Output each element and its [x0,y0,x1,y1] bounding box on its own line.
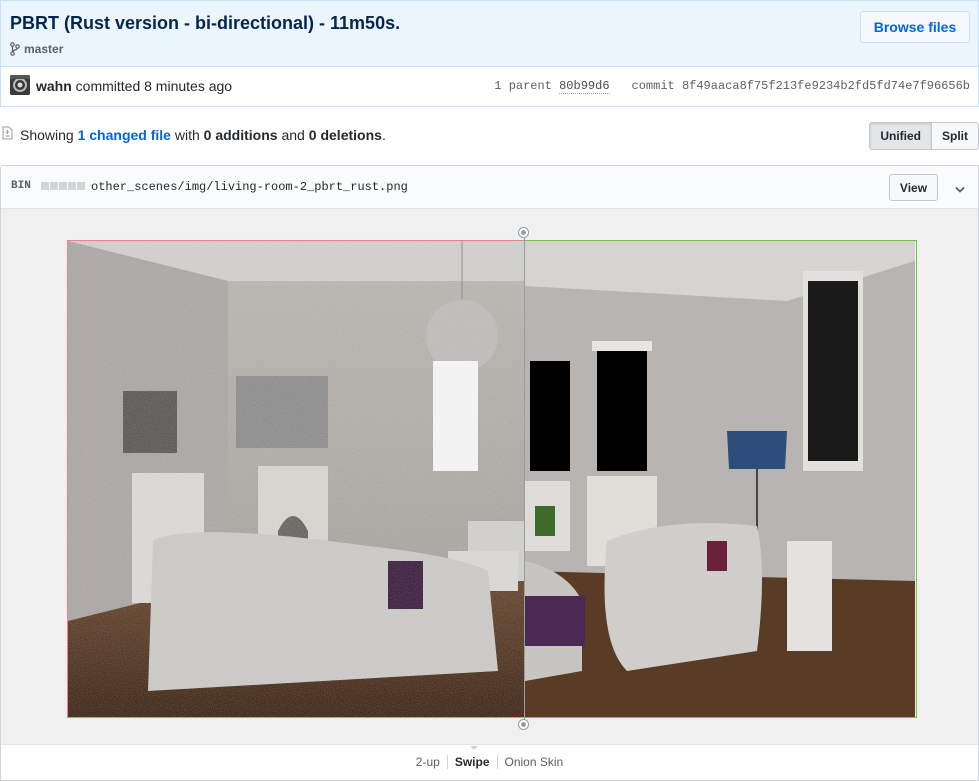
file-diff-icon[interactable] [2,126,13,143]
commit-time: committed 8 minutes ago [75,78,233,94]
swipe-handle-bottom[interactable] [519,720,528,729]
split-button[interactable]: Split [932,122,979,150]
avatar[interactable] [10,75,30,95]
author-name[interactable]: wahn [36,78,72,94]
new-image [525,240,917,718]
mode-tab-2-up[interactable]: 2-up [409,755,447,769]
view-file-button[interactable]: View [889,174,938,201]
file-path[interactable]: other_scenes/img/living-room-2_pbrt_rust… [91,180,408,194]
commit-meta: wahn committed 8 minutes ago 1 parent 80… [0,66,979,107]
branch-name: master [24,42,64,56]
deletions-count: 0 deletions [308,127,382,143]
swipe-frame [67,240,917,718]
image-view-modes: 2-up Swipe Onion Skin [1,744,978,780]
commit-header: PBRT (Rust version - bi-directional) - 1… [0,0,979,66]
swipe-handle-top[interactable] [519,228,528,237]
diff-view-toggle: Unified Split [869,122,979,150]
swipe-handle-line[interactable] [524,232,525,724]
parent-label: 1 parent [494,79,552,93]
file-header: BIN other_scenes/img/living-room-2_pbrt_… [1,166,978,209]
mode-tabs: 2-up Swipe Onion Skin [1,755,978,769]
browse-files-button[interactable]: Browse files [860,11,970,43]
diff-summary-bar: Showing 1 changed file with 0 additions … [0,118,979,154]
git-branch-icon [10,42,20,56]
and-label: and [281,127,305,143]
with-label: with [174,127,200,143]
diff-summary-text: Showing 1 changed file with 0 additions … [20,127,386,143]
chevron-down-icon[interactable] [955,181,965,197]
unified-button[interactable]: Unified [869,122,932,150]
mode-caret [470,746,478,750]
parent-sha-link[interactable]: 80b99d6 [559,79,610,94]
image-diff-area [1,209,978,744]
bin-label: BIN [11,180,31,192]
period: . [381,127,386,143]
additions-count: 0 additions [203,127,278,143]
commit-title: PBRT (Rust version - bi-directional) - 1… [10,13,401,33]
diffstat-blocks [41,182,85,190]
commit-label: commit [631,79,675,93]
mode-tab-onion-skin[interactable]: Onion Skin [496,755,571,769]
commit-sha: 8f49aaca8f75f213fe9234b2fd5fd74e7f96656b [681,79,970,93]
file-diff: BIN other_scenes/img/living-room-2_pbrt_… [0,165,979,781]
changed-files-link[interactable]: 1 changed file [78,127,171,143]
branch-label[interactable]: master [10,41,63,57]
mode-tab-swipe[interactable]: Swipe [446,755,497,769]
old-image [67,240,525,718]
showing-label: Showing [20,127,74,143]
